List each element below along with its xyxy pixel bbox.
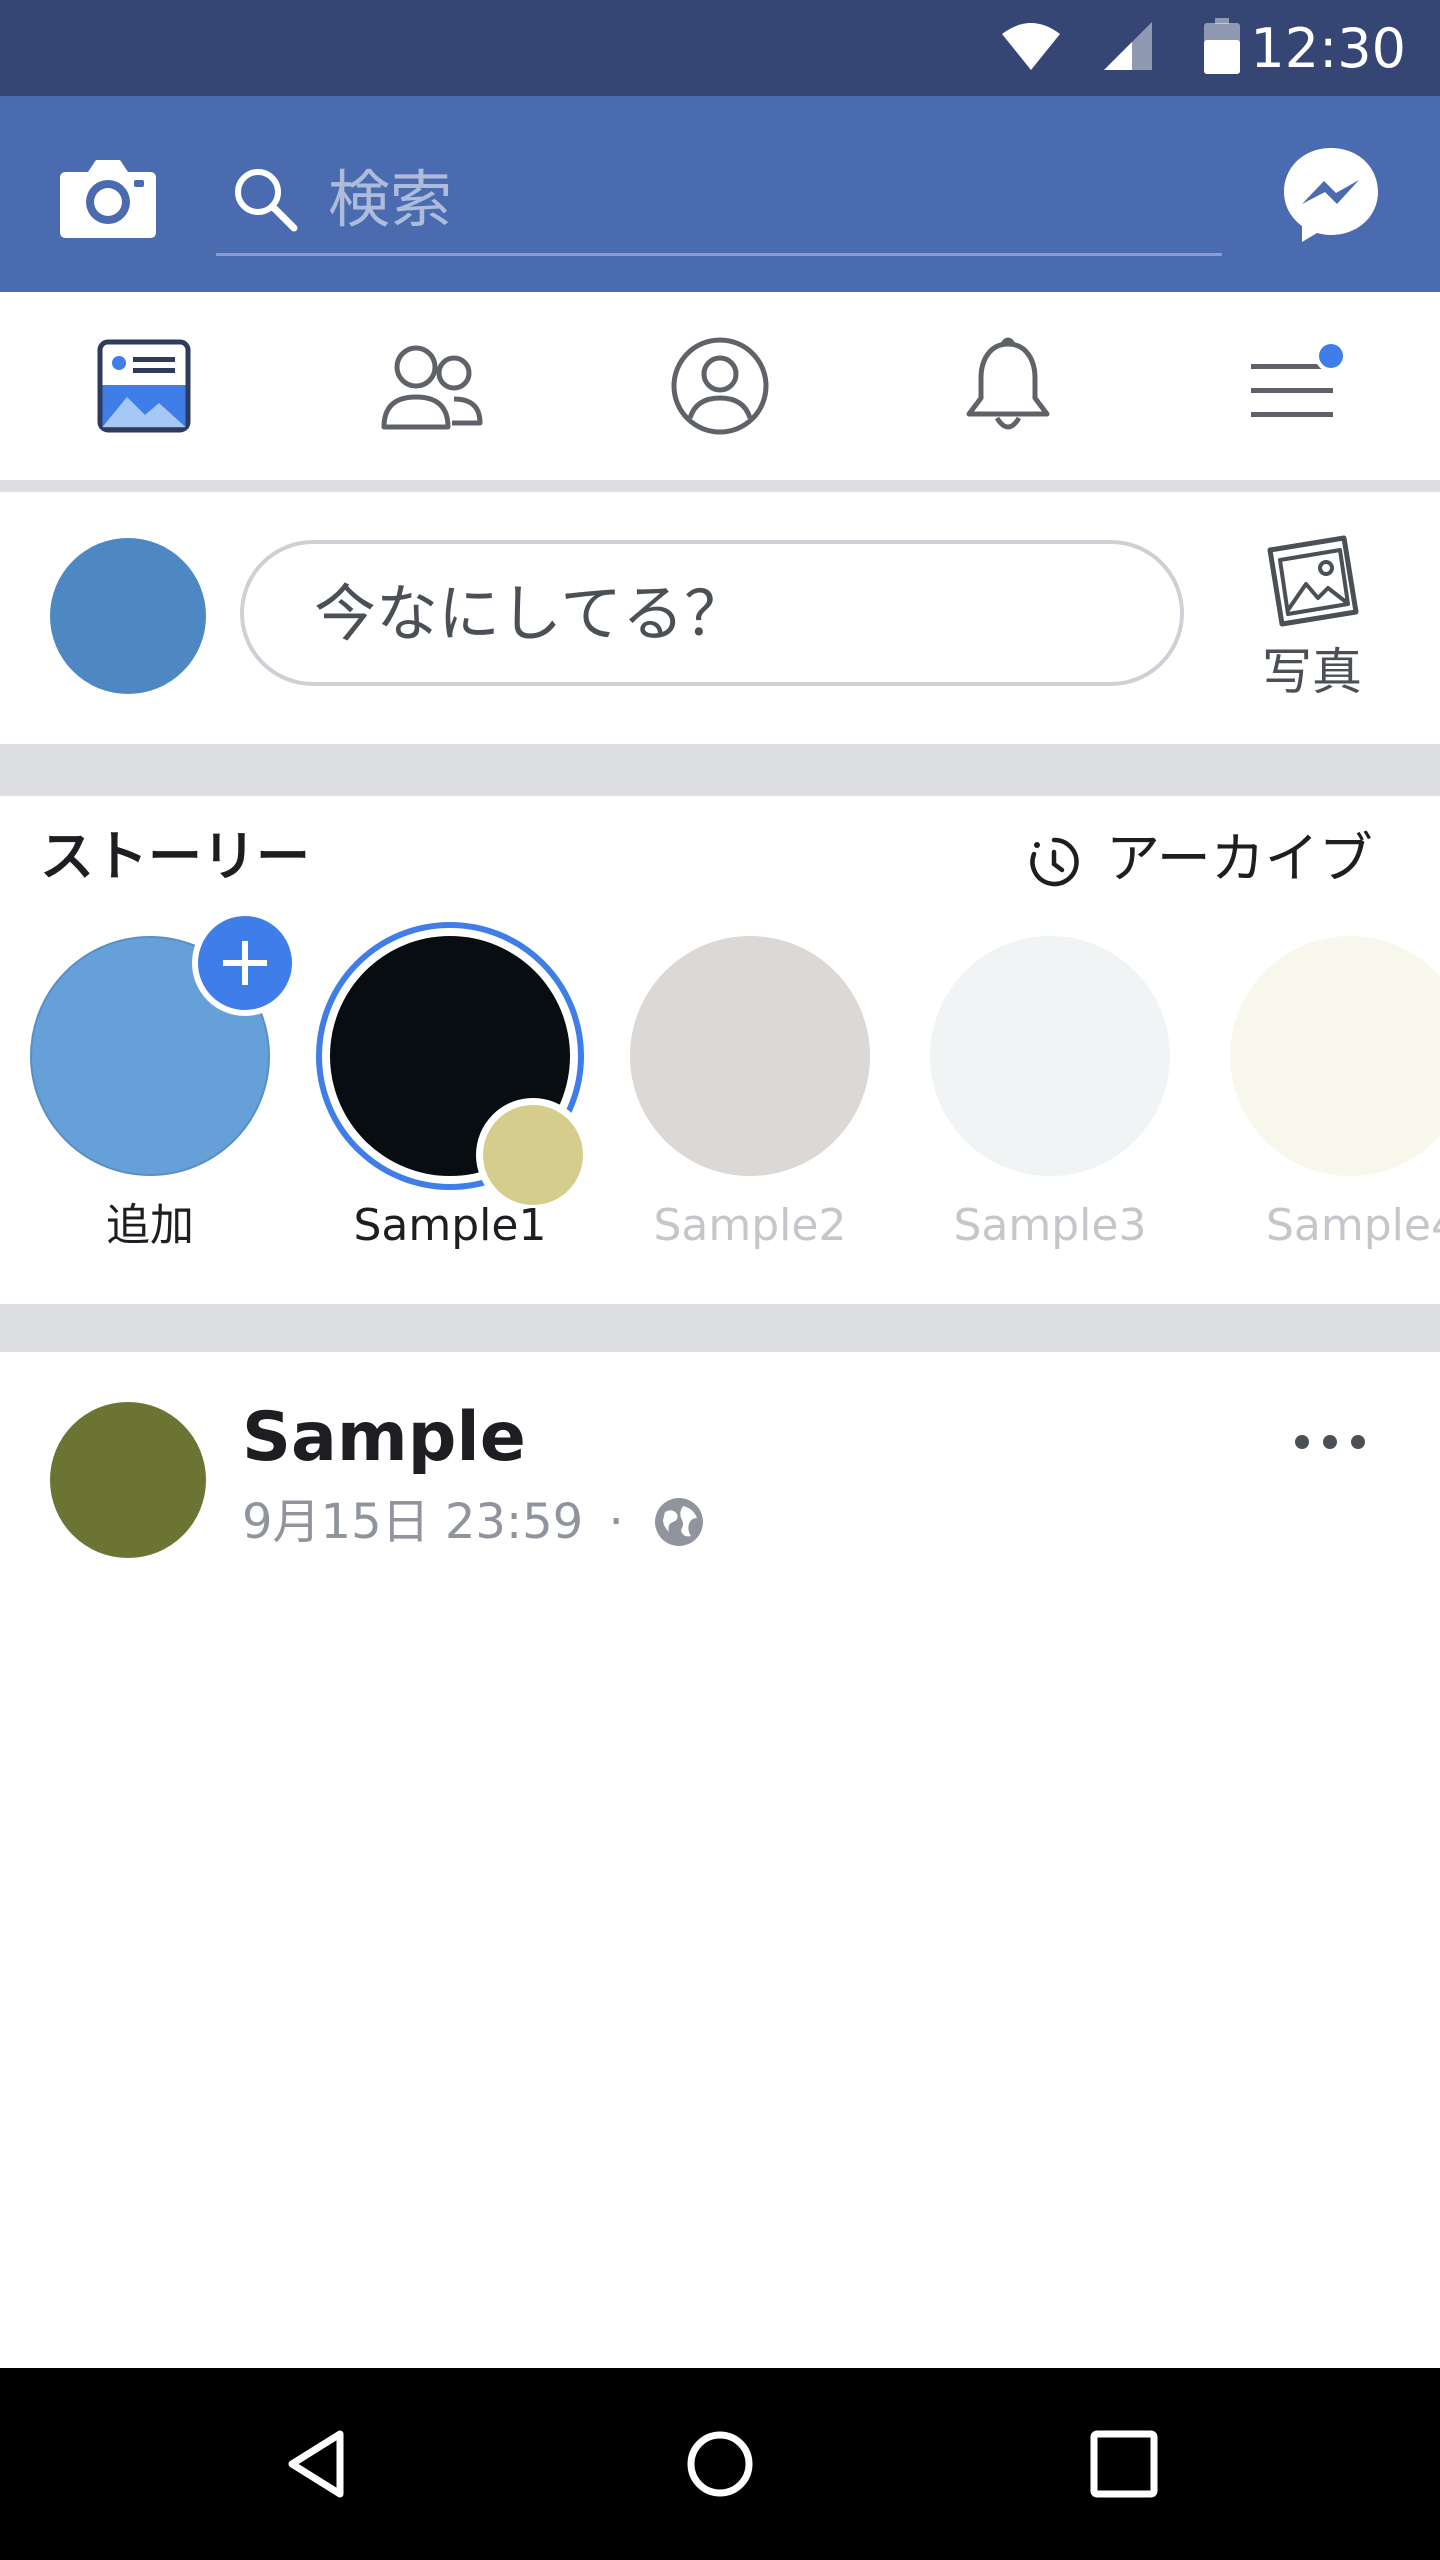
nav-tabs <box>0 292 1440 480</box>
post-author[interactable]: Sample <box>242 1396 526 1480</box>
stories-title: ストーリー <box>40 825 310 888</box>
profile-icon <box>671 337 769 435</box>
camera-button[interactable] <box>58 156 158 238</box>
tab-profile[interactable] <box>576 292 864 480</box>
archive-label: アーカイブ <box>1106 827 1373 890</box>
story-sample2[interactable]: Sample2 <box>600 936 900 1296</box>
status-bar: 12:30 <box>0 0 1440 96</box>
story-thumbnail <box>1230 936 1440 1176</box>
composer: 今なにしてる？ 写真 <box>0 492 1440 744</box>
avatar[interactable] <box>50 1402 206 1558</box>
menu-badge <box>1319 344 1343 368</box>
cell-signal-icon <box>1102 20 1154 76</box>
plus-icon <box>223 941 267 985</box>
photo-label: 写真 <box>1262 643 1362 701</box>
post-timestamp[interactable]: 9月15日 23:59 <box>242 1494 583 1550</box>
back-icon <box>288 2430 344 2498</box>
avatar[interactable] <box>50 538 206 694</box>
story-label: Sample1 <box>353 1200 547 1251</box>
story-label: Sample4 <box>1266 1200 1440 1251</box>
story-author-avatar <box>476 1098 590 1212</box>
menu-icon <box>1251 340 1347 417</box>
status-input[interactable]: 今なにしてる？ <box>240 540 1184 686</box>
meta-separator: · <box>608 1494 624 1550</box>
stories-section: ストーリー アーカイブ 追加 Sample1 Sample2 Sample3 S… <box>0 796 1440 1304</box>
bell-icon <box>966 337 1050 430</box>
photo-icon <box>1267 535 1359 627</box>
home-button[interactable] <box>670 2414 770 2514</box>
app-bar: 検索 <box>0 96 1440 292</box>
recents-icon <box>1090 2430 1158 2498</box>
battery-icon <box>1204 18 1240 78</box>
more-options-button[interactable] <box>1290 1422 1370 1462</box>
tab-notifications[interactable] <box>864 292 1152 480</box>
search-input[interactable]: 検索 <box>216 146 1222 256</box>
news-feed-icon <box>97 339 191 433</box>
messenger-button[interactable] <box>1280 144 1382 246</box>
photo-button[interactable]: 写真 <box>1250 532 1374 712</box>
tab-menu[interactable] <box>1152 292 1440 480</box>
feed-post: Sample 9月15日 23:59 · <box>0 1352 1440 2368</box>
camera-icon <box>60 160 156 238</box>
divider <box>0 744 1440 796</box>
story-thumbnail <box>930 936 1170 1176</box>
divider <box>0 480 1440 492</box>
wifi-icon <box>1000 20 1062 76</box>
more-icon <box>1295 1435 1365 1449</box>
story-label: Sample2 <box>653 1200 847 1251</box>
story-sample3[interactable]: Sample3 <box>900 936 1200 1296</box>
globe-icon[interactable] <box>653 1496 705 1548</box>
divider <box>0 1304 1440 1352</box>
story-add[interactable]: 追加 <box>0 910 300 1296</box>
friends-icon <box>381 345 483 430</box>
story-sample4[interactable]: Sample4 <box>1200 936 1440 1296</box>
story-label: Sample3 <box>953 1200 1147 1251</box>
status-prompt: 今なにしてる？ <box>314 577 747 650</box>
status-time: 12:30 <box>1250 17 1406 80</box>
post-meta: 9月15日 23:59 · <box>242 1484 705 1557</box>
add-story-button[interactable] <box>192 910 298 1016</box>
story-sample1[interactable]: Sample1 <box>300 922 600 1296</box>
search-placeholder: 検索 <box>328 163 453 236</box>
messenger-icon <box>1284 148 1378 242</box>
story-thumbnail <box>630 936 870 1176</box>
home-icon <box>687 2431 753 2497</box>
tab-friends[interactable] <box>288 292 576 480</box>
recents-button[interactable] <box>1074 2414 1174 2514</box>
back-button[interactable] <box>270 2414 370 2514</box>
story-label: 追加 <box>106 1200 194 1251</box>
tab-news-feed[interactable] <box>0 292 288 480</box>
archive-icon <box>1030 837 1079 887</box>
search-icon <box>235 169 298 232</box>
archive-button[interactable]: アーカイブ <box>1026 824 1400 894</box>
system-nav-bar <box>0 2368 1440 2560</box>
